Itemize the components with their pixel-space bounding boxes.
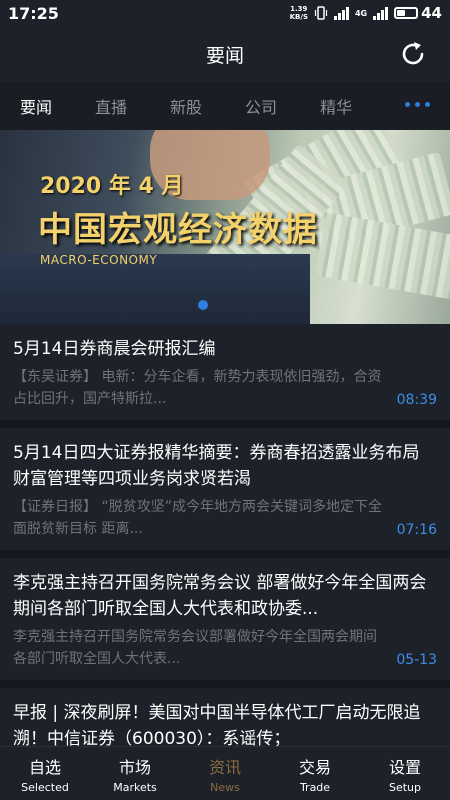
nav-label-cn: 设置 <box>388 757 421 777</box>
nav-label-cn: 交易 <box>298 757 331 777</box>
news-headline: 5月14日四大证券报精华摘要：券商春招透露业务布局 财富管理等四项业务岗求贤若渴 <box>13 443 420 489</box>
nav-selected[interactable]: 自选 Selected <box>0 747 90 800</box>
banner-subtitle: MACRO-ECONOMY <box>40 253 158 267</box>
nav-label-cn: 自选 <box>28 757 61 777</box>
news-item[interactable]: 李克强主持召开国务院常务会议 部署做好今年全国两会期间各部门听取全国人大代表和政… <box>0 558 450 688</box>
nav-label-cn: 资讯 <box>208 757 241 777</box>
banner-bill-image <box>315 212 450 302</box>
tab-companies[interactable]: 公司 <box>245 94 277 118</box>
net-speed: 1.39 KB/S <box>290 5 308 21</box>
news-item[interactable]: 5月14日券商晨会研报汇编 【东吴证券】 电新：分车企看，新势力表现依旧强劲，合… <box>0 324 450 428</box>
nav-setup[interactable]: 设置 Setup <box>360 747 450 800</box>
tab-headlines[interactable]: 要闻 <box>20 94 52 118</box>
nav-label-en: News <box>210 780 240 794</box>
tab-highlights[interactable]: 精华 <box>320 94 352 118</box>
carousel-indicator[interactable] <box>198 300 208 310</box>
news-summary: 李克强主持召开国务院常务会议部署做好今年全国两会期间各部门听取全国人大代表... <box>13 629 377 667</box>
banner-title: 中国宏观经济数据 <box>38 210 318 250</box>
news-headline: 李克强主持召开国务院常务会议 部署做好今年全国两会期间各部门听取全国人大代表和政… <box>13 573 427 619</box>
nav-label-en: Trade <box>299 780 331 794</box>
category-tabs: 要闻 直播 新股 公司 精华 <box>0 82 450 130</box>
news-summary: 【证券日报】 “脱贫攻坚”成今年地方两会关键词多地定下全面脱贫新目标 距离... <box>13 499 382 537</box>
status-bar: 17:25 1.39 KB/S 4G 44 <box>0 0 450 26</box>
nav-news[interactable]: 资讯 News <box>180 747 270 800</box>
net-speed-value: 1.39 <box>290 5 308 13</box>
more-tabs-icon[interactable] <box>405 102 430 107</box>
status-icons: 1.39 KB/S 4G 44 <box>290 4 442 22</box>
battery-icon: 44 <box>394 4 442 22</box>
signal-icon <box>333 6 349 20</box>
news-time: 05-13 <box>396 652 437 668</box>
vibrate-icon <box>314 6 328 20</box>
banner-date: 2020 年 4 月 <box>40 174 184 199</box>
nav-label-en: Markets <box>113 780 157 794</box>
news-summary: 【东吴证券】 电新：分车企看，新势力表现依旧强劲，合资占比回升，国产特斯拉... <box>13 369 382 407</box>
tab-live[interactable]: 直播 <box>95 94 127 118</box>
nav-label-en: Setup <box>388 780 422 794</box>
banner-carousel[interactable]: 2020 年 4 月 中国宏观经济数据 MACRO-ECONOMY <box>0 130 450 324</box>
bottom-nav: 自选 Selected 市场 Markets 资讯 News 交易 Trade … <box>0 746 450 800</box>
net-speed-unit: KB/S <box>289 13 308 21</box>
app-header: 要闻 <box>0 26 450 82</box>
news-headline: 5月14日券商晨会研报汇编 <box>13 339 216 359</box>
nav-label-cn: 市场 <box>118 757 151 777</box>
nav-label-en: Selected <box>21 780 69 794</box>
refresh-icon[interactable] <box>398 39 428 69</box>
signal-icon-2 <box>373 6 389 20</box>
page-title: 要闻 <box>205 44 244 67</box>
news-headline: 早报 | 深夜刷屏！美国对中国半导体代工厂启动无限追溯！中信证券（600030）… <box>13 703 421 746</box>
battery-percent: 44 <box>421 4 442 22</box>
news-time: 07:16 <box>396 522 437 538</box>
nav-markets[interactable]: 市场 Markets <box>90 747 180 800</box>
network-type-label: 4G <box>354 8 368 18</box>
news-time: 08:39 <box>396 392 437 408</box>
nav-trade[interactable]: 交易 Trade <box>270 747 360 800</box>
status-time: 17:25 <box>8 3 59 23</box>
news-item[interactable]: 5月14日四大证券报精华摘要：券商春招透露业务布局 财富管理等四项业务岗求贤若渴… <box>0 428 450 558</box>
tab-new-stocks[interactable]: 新股 <box>170 94 202 118</box>
news-list: 5月14日券商晨会研报汇编 【东吴证券】 电新：分车企看，新势力表现依旧强劲，合… <box>0 324 450 746</box>
news-item[interactable]: 早报 | 深夜刷屏！美国对中国半导体代工厂启动无限追溯！中信证券（600030）… <box>0 688 450 746</box>
